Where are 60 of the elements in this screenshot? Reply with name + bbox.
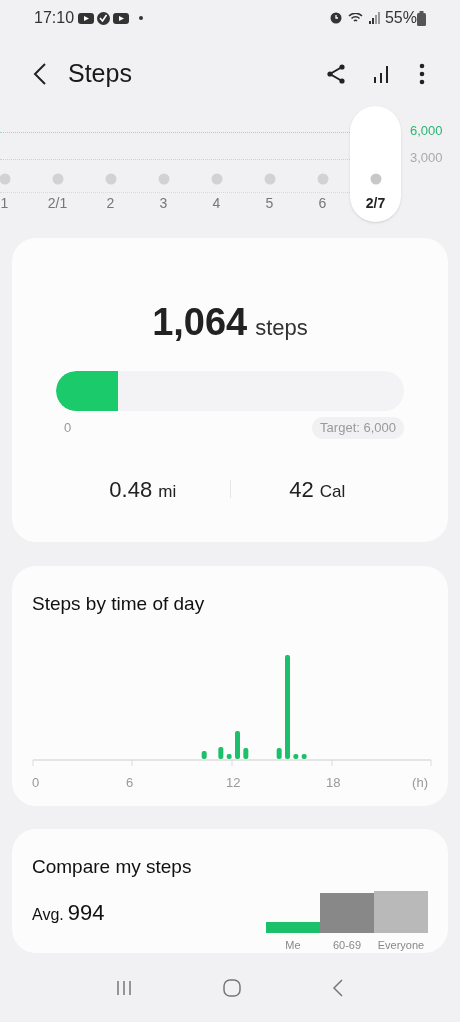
day-column[interactable]: 2: [85, 106, 136, 222]
dot-icon: [139, 16, 144, 20]
video-app-icon: [78, 12, 95, 24]
day-dot: [157, 173, 170, 185]
card-title: Compare my steps: [32, 855, 192, 879]
day-label: 1: [0, 194, 9, 213]
back-icon: [33, 62, 47, 86]
day-column[interactable]: 3: [138, 106, 189, 222]
progress-min-label: 0: [64, 419, 72, 437]
bar-label: Me: [285, 937, 301, 953]
card-title: Steps by time of day: [32, 593, 205, 614]
battery-percent: 55%: [384, 8, 417, 28]
signal-icon: [368, 12, 381, 24]
day-column[interactable]: 1: [0, 106, 30, 222]
home-icon: [223, 978, 241, 997]
day-dot: [210, 173, 223, 185]
recent-apps-icon: [115, 979, 132, 996]
average-value: 994: [67, 898, 105, 927]
day-label: 5: [265, 194, 274, 213]
day-column[interactable]: 4: [191, 106, 242, 222]
day-column[interactable]: 2/1: [32, 106, 83, 222]
day-dot: [104, 173, 117, 185]
axis-label: (h): [412, 773, 428, 792]
day-dot: [263, 173, 276, 185]
day-column[interactable]: 6: [297, 106, 348, 222]
average-label: Avg.: [32, 904, 64, 925]
share-icon: [326, 64, 346, 84]
day-label: 2/1: [47, 194, 68, 213]
day-dot: [51, 173, 64, 185]
axis-label: 6: [126, 773, 134, 792]
distance-value: 0.48 mi: [109, 475, 177, 504]
status-time: 17:10: [34, 8, 75, 28]
video-app-icon: [113, 12, 130, 24]
day-label: 4: [212, 194, 221, 213]
wifi-icon: [347, 13, 363, 23]
day-dot: [316, 173, 329, 185]
bar-label: 60-69: [332, 937, 362, 953]
day-column[interactable]: 2/7: [350, 106, 401, 222]
goal-axis-label: 6,000: [410, 122, 443, 140]
battery-icon: [417, 10, 426, 26]
target-badge: Target: 6,000: [312, 417, 404, 439]
alarm-icon: [329, 12, 342, 24]
axis-label: 12: [226, 773, 241, 792]
axis-label: 3,000: [410, 149, 443, 167]
calories-value: 42 Cal: [289, 475, 346, 504]
page-title: Steps: [68, 58, 132, 90]
check-badge-icon: [97, 11, 111, 25]
day-column[interactable]: 5: [244, 106, 295, 222]
day-dot: [369, 173, 382, 185]
more-icon: [419, 63, 425, 85]
day-label: 3: [159, 194, 168, 213]
bar-label: Everyone: [377, 937, 425, 953]
back-icon: [332, 978, 345, 997]
axis-label: 18: [326, 773, 341, 792]
day-label: 2: [106, 194, 115, 213]
step-count: 1,064: [152, 300, 248, 345]
step-unit: steps: [255, 314, 308, 342]
day-label: 2/7: [365, 194, 386, 213]
day-label: 6: [318, 194, 327, 213]
axis-label: 0: [32, 773, 40, 792]
